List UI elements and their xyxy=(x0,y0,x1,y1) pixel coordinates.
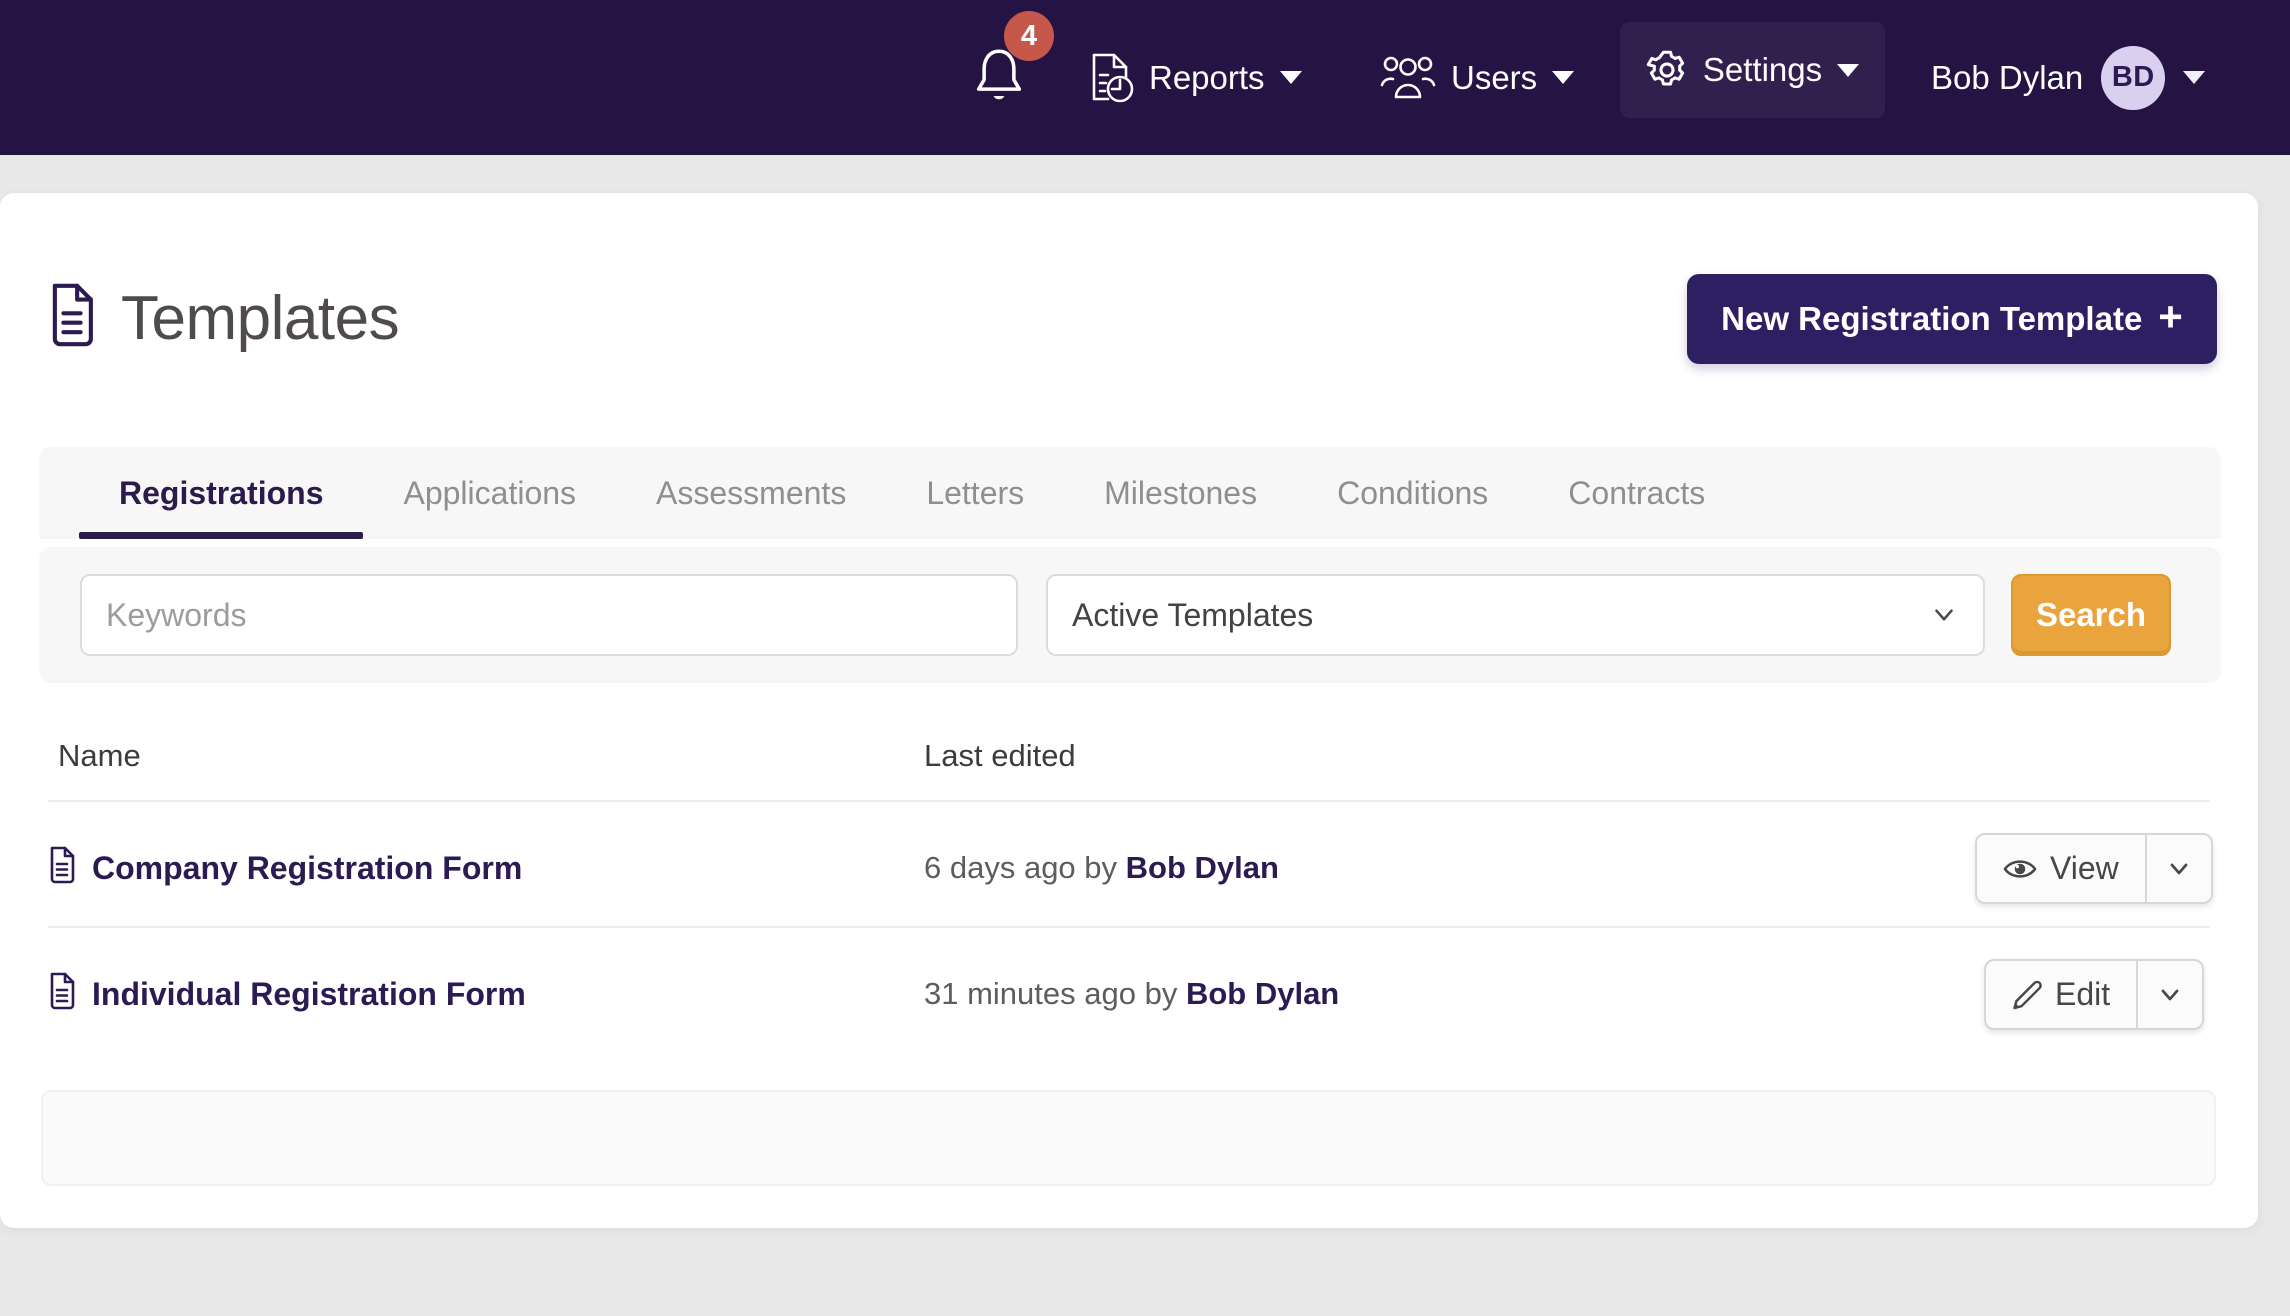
tab-applications[interactable]: Applications xyxy=(363,447,616,539)
edited-prefix: 31 minutes ago by xyxy=(924,976,1177,1011)
caret-down-icon xyxy=(1552,71,1574,84)
nav-users[interactable]: Users xyxy=(1380,0,1574,155)
avatar: BD xyxy=(2101,46,2165,110)
edit-more-actions-button[interactable] xyxy=(2138,961,2202,1028)
document-icon xyxy=(48,846,76,884)
user-menu[interactable]: Bob Dylan BD xyxy=(1931,0,2205,155)
table-row: Company Registration Form 6 days ago by … xyxy=(0,800,2258,926)
row-action-button-group: Edit xyxy=(1984,959,2204,1030)
filter-panel: Active Templates Search xyxy=(39,547,2221,683)
gear-icon xyxy=(1646,49,1688,91)
tab-contracts[interactable]: Contracts xyxy=(1528,447,1745,539)
caret-down-icon xyxy=(1280,71,1302,84)
tab-label: Milestones xyxy=(1104,475,1257,512)
status-filter-value: Active Templates xyxy=(1072,597,1313,634)
templates-card: Templates New Registration Template + Re… xyxy=(0,193,2258,1228)
user-name: Bob Dylan xyxy=(1931,59,2083,97)
last-edited-cell: 6 days ago by Bob Dylan xyxy=(924,850,1279,886)
nav-reports[interactable]: Reports xyxy=(1088,0,1302,155)
row-action-button-group: View xyxy=(1975,833,2213,904)
top-nav: 4 Reports Users xyxy=(0,0,2290,155)
empty-results-panel xyxy=(41,1090,2216,1186)
tab-letters[interactable]: Letters xyxy=(886,447,1064,539)
column-header-last-edited: Last edited xyxy=(924,738,1076,774)
new-registration-template-button[interactable]: New Registration Template + xyxy=(1687,274,2217,364)
column-header-name: Name xyxy=(58,738,141,774)
users-icon xyxy=(1380,55,1436,101)
tab-label: Letters xyxy=(926,475,1024,512)
tab-conditions[interactable]: Conditions xyxy=(1297,447,1528,539)
edited-prefix: 6 days ago by xyxy=(924,850,1117,885)
tab-label: Registrations xyxy=(119,475,323,512)
tab-label: Conditions xyxy=(1337,475,1488,512)
edited-by: Bob Dylan xyxy=(1126,850,1279,885)
view-more-actions-button[interactable] xyxy=(2147,835,2211,902)
notification-badge: 4 xyxy=(1004,11,1054,61)
last-edited-cell: 31 minutes ago by Bob Dylan xyxy=(924,976,1339,1012)
caret-down-icon xyxy=(1837,64,1859,77)
caret-down-icon xyxy=(2183,71,2205,84)
report-document-icon xyxy=(1088,51,1134,105)
table-row: Individual Registration Form 31 minutes … xyxy=(0,926,2258,1052)
tab-registrations[interactable]: Registrations xyxy=(79,447,363,539)
template-link[interactable]: Individual Registration Form xyxy=(92,976,526,1013)
tab-bar: Registrations Applications Assessments L… xyxy=(39,447,2221,539)
keywords-input[interactable] xyxy=(80,574,1018,656)
search-button[interactable]: Search xyxy=(2011,574,2171,656)
nav-settings-label: Settings xyxy=(1703,51,1822,89)
nav-reports-label: Reports xyxy=(1149,59,1265,97)
nav-settings[interactable]: Settings xyxy=(1620,22,1885,118)
tab-label: Applications xyxy=(403,475,576,512)
tab-label: Contracts xyxy=(1568,475,1705,512)
view-button-label: View xyxy=(2050,850,2119,887)
notifications-button[interactable]: 4 xyxy=(966,0,1066,155)
pencil-icon xyxy=(2012,980,2042,1010)
edit-button[interactable]: Edit xyxy=(1986,961,2136,1028)
tab-label: Assessments xyxy=(656,475,846,512)
edited-by: Bob Dylan xyxy=(1186,976,1339,1011)
status-filter-select[interactable]: Active Templates xyxy=(1046,574,1985,656)
eye-icon xyxy=(2003,857,2037,881)
view-button[interactable]: View xyxy=(1977,835,2145,902)
template-link[interactable]: Company Registration Form xyxy=(92,850,522,887)
templates-page-icon xyxy=(48,282,96,348)
edit-button-label: Edit xyxy=(2055,976,2110,1013)
document-icon xyxy=(48,972,76,1010)
new-registration-template-label: New Registration Template xyxy=(1721,300,2142,338)
tab-assessments[interactable]: Assessments xyxy=(616,447,886,539)
tab-milestones[interactable]: Milestones xyxy=(1064,447,1297,539)
nav-users-label: Users xyxy=(1451,59,1537,97)
chevron-down-icon xyxy=(1929,600,1959,630)
page-title: Templates xyxy=(121,283,399,354)
